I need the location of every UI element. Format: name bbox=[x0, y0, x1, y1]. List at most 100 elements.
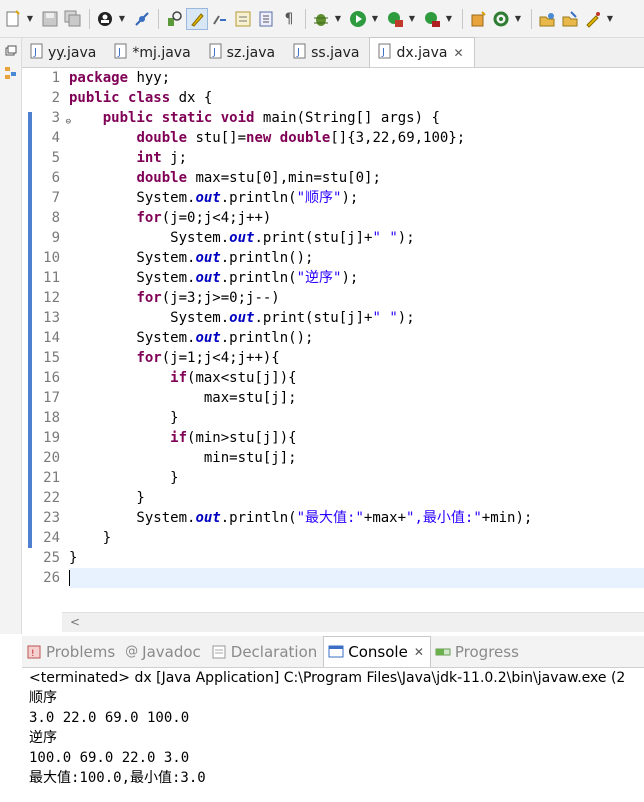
svg-text:J: J bbox=[296, 47, 300, 58]
code-line[interactable]: } bbox=[69, 528, 644, 548]
line-number: 9 bbox=[51, 230, 60, 246]
editor-tab-label: ss.java bbox=[311, 44, 360, 61]
open-task-icon[interactable] bbox=[536, 8, 558, 30]
line-number: 4 bbox=[51, 130, 60, 146]
chevron-down-icon[interactable]: ▼ bbox=[333, 8, 343, 30]
code-line[interactable]: } bbox=[69, 488, 644, 508]
code-line[interactable]: for(j=3;j>=0;j--) bbox=[69, 288, 644, 308]
editor-tab-label: *mj.java bbox=[132, 44, 191, 61]
line-number: 17 bbox=[43, 390, 60, 406]
toolbar-separator bbox=[305, 8, 306, 29]
editor-tab-yy[interactable]: J yy.java bbox=[22, 38, 106, 67]
code-line[interactable]: if(max<stu[j]){ bbox=[69, 368, 644, 388]
tab-label: Progress bbox=[454, 642, 519, 661]
tab-javadoc[interactable]: @ Javadoc bbox=[121, 636, 207, 667]
chevron-down-icon[interactable]: ▼ bbox=[605, 8, 615, 30]
chevron-down-icon[interactable]: ▼ bbox=[25, 8, 35, 30]
code-line[interactable]: } bbox=[69, 468, 644, 488]
code-line[interactable]: double stu[]=new double[]{3,22,69,100}; bbox=[69, 128, 644, 148]
chevron-down-icon[interactable]: ▼ bbox=[444, 8, 454, 30]
run-external-icon[interactable] bbox=[421, 8, 443, 30]
code-line[interactable]: for(j=1;j<4;j++){ bbox=[69, 348, 644, 368]
tab-console[interactable]: Console ✕ bbox=[323, 636, 431, 667]
horizontal-scrollbar[interactable]: < bbox=[62, 612, 644, 632]
editor-tab-label: dx.java bbox=[396, 44, 448, 61]
skip-breakpoints-icon[interactable] bbox=[131, 8, 153, 30]
code-line[interactable]: } bbox=[69, 548, 644, 568]
search-icon[interactable] bbox=[582, 8, 604, 30]
refresh-icon[interactable] bbox=[490, 8, 512, 30]
line-number: 2 bbox=[51, 90, 60, 106]
editor-tab-ss[interactable]: J ss.java bbox=[285, 38, 369, 67]
code-line[interactable]: double max=stu[0],min=stu[0]; bbox=[69, 168, 644, 188]
tab-problems[interactable]: ! Problems bbox=[22, 636, 121, 667]
code-line[interactable]: public class dx { bbox=[69, 88, 644, 108]
close-icon[interactable]: ✕ bbox=[414, 645, 424, 659]
editor-tab-mj[interactable]: J *mj.java bbox=[106, 38, 200, 67]
chevron-down-icon[interactable]: ▼ bbox=[117, 8, 127, 30]
chevron-down-icon[interactable]: ▼ bbox=[513, 8, 523, 30]
code-line[interactable]: System.out.println("顺序"); bbox=[69, 188, 644, 208]
svg-text:J: J bbox=[381, 47, 385, 58]
code-line[interactable]: package hyy; bbox=[69, 68, 644, 88]
toggle-block-icon[interactable] bbox=[209, 8, 231, 30]
perspective-icon[interactable] bbox=[559, 8, 581, 30]
code-editor[interactable]: 1 2 3 ⊖ 4 5 6 7 8 9 10 11 12 13 14 15 16 17 18 19 20 21 22 23 24… bbox=[22, 68, 644, 612]
restore-icon[interactable] bbox=[2, 42, 20, 60]
block-selection-icon[interactable] bbox=[255, 8, 277, 30]
editor-tab-bar: J yy.java J *mj.java J sz.java J ss.java… bbox=[22, 37, 644, 68]
svg-text:J: J bbox=[117, 47, 121, 58]
console-header: <terminated> dx [Java Application] C:\Pr… bbox=[29, 670, 626, 686]
manage-icon[interactable] bbox=[94, 8, 116, 30]
code-line[interactable]: max=stu[j]; bbox=[69, 388, 644, 408]
code-line[interactable]: System.out.println("逆序"); bbox=[69, 268, 644, 288]
chevron-down-icon[interactable]: ▼ bbox=[407, 8, 417, 30]
debug-icon[interactable] bbox=[310, 8, 332, 30]
save-icon[interactable] bbox=[39, 8, 61, 30]
code-line[interactable]: } bbox=[69, 408, 644, 428]
line-number: 20 bbox=[43, 450, 60, 466]
line-number: 8 bbox=[51, 210, 60, 226]
console-output[interactable]: <terminated> dx [Java Application] C:\Pr… bbox=[22, 668, 644, 802]
tab-declaration[interactable]: Declaration bbox=[207, 636, 323, 667]
line-number: 18 bbox=[43, 410, 60, 426]
package-explorer-icon[interactable] bbox=[2, 64, 20, 82]
mark-occurrences-icon[interactable] bbox=[186, 7, 208, 30]
code-line[interactable]: if(min>stu[j]){ bbox=[69, 428, 644, 448]
show-whitespace-icon[interactable] bbox=[232, 8, 254, 30]
code-line[interactable]: System.out.print(stu[j]+" "); bbox=[69, 308, 644, 328]
line-number: 16 bbox=[43, 370, 60, 386]
chevron-down-icon[interactable]: ▼ bbox=[370, 8, 380, 30]
run-icon[interactable] bbox=[347, 8, 369, 30]
svg-text:J: J bbox=[212, 47, 216, 58]
code-text-area[interactable]: package hyy; public class dx { public sta… bbox=[69, 68, 644, 588]
code-line[interactable]: for(j=0;j<4;j++) bbox=[69, 208, 644, 228]
line-number: 10 bbox=[43, 250, 60, 266]
close-icon[interactable]: ✕ bbox=[453, 46, 463, 60]
save-all-icon[interactable] bbox=[62, 8, 84, 30]
scroll-left-icon[interactable]: < bbox=[70, 615, 80, 629]
coverage-icon[interactable] bbox=[384, 8, 406, 30]
code-line[interactable]: int j; bbox=[69, 148, 644, 168]
open-type-icon[interactable] bbox=[163, 8, 185, 30]
new-class-icon[interactable] bbox=[467, 8, 489, 30]
code-line[interactable]: System.out.println("最大值:"+max+",最小值:"+mi… bbox=[69, 508, 644, 528]
pilcrow-icon[interactable]: ¶ bbox=[278, 8, 300, 30]
editor-tab-sz[interactable]: J sz.java bbox=[201, 38, 285, 67]
java-file-icon: J bbox=[209, 43, 223, 63]
editor-tab-label: yy.java bbox=[48, 44, 97, 61]
code-line[interactable]: System.out.print(stu[j]+" "); bbox=[69, 228, 644, 248]
new-icon[interactable] bbox=[2, 8, 24, 30]
line-number: 21 bbox=[43, 470, 60, 486]
console-line: 100.0 69.0 22.0 3.0 bbox=[29, 750, 198, 766]
code-line[interactable]: min=stu[j]; bbox=[69, 448, 644, 468]
text-caret bbox=[69, 570, 70, 586]
line-number: 1 bbox=[51, 70, 60, 86]
code-line[interactable] bbox=[69, 568, 644, 588]
code-line[interactable]: public static void main(String[] args) { bbox=[69, 108, 644, 128]
code-line[interactable]: System.out.println(); bbox=[69, 328, 644, 348]
tab-progress[interactable]: Progress bbox=[431, 636, 525, 667]
toolbar-separator bbox=[531, 8, 532, 29]
code-line[interactable]: System.out.println(); bbox=[69, 248, 644, 268]
editor-tab-dx[interactable]: J dx.java ✕ bbox=[369, 37, 475, 67]
